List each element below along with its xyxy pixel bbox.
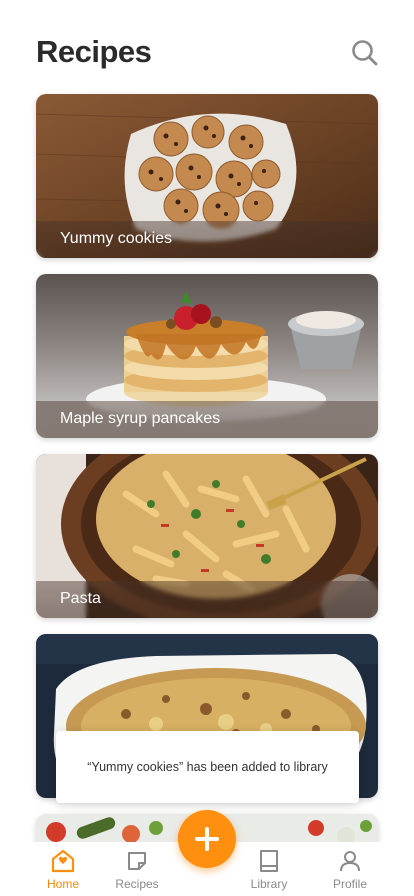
recipe-name: Pasta bbox=[60, 590, 101, 607]
recipe-card-pasta[interactable]: Pasta bbox=[36, 454, 378, 618]
recipe-name: Yummy cookies bbox=[60, 230, 173, 247]
recipe-card-yummy-cookies[interactable]: Yummy cookies bbox=[36, 94, 378, 258]
recipe-card-label: Yummy cookies bbox=[36, 221, 378, 258]
home-icon bbox=[51, 849, 75, 873]
tab-recipes[interactable]: Recipes bbox=[102, 842, 172, 896]
tab-label: Library bbox=[250, 877, 288, 891]
search-icon[interactable] bbox=[350, 38, 380, 68]
toast-message: “Yummy cookies” has been added to librar… bbox=[87, 760, 328, 774]
profile-icon bbox=[340, 851, 360, 872]
tab-label: Recipes bbox=[115, 877, 159, 891]
recipe-name: Maple syrup pancakes bbox=[60, 410, 221, 427]
recipe-card-maple-syrup-pancakes[interactable]: Maple syrup pancakes bbox=[36, 274, 378, 438]
toast-notification: “Yummy cookies” has been added to librar… bbox=[56, 731, 359, 803]
recipes-icon bbox=[128, 852, 146, 870]
tab-label: Profile bbox=[332, 877, 367, 891]
tab-home[interactable]: Home bbox=[28, 842, 98, 896]
recipe-card-label: Pasta bbox=[36, 581, 378, 618]
header: Recipes bbox=[0, 0, 414, 94]
add-recipe-button[interactable] bbox=[178, 810, 236, 868]
tab-library[interactable]: Library bbox=[234, 842, 304, 896]
page-title: Recipes bbox=[36, 34, 152, 69]
tab-profile[interactable]: Profile bbox=[315, 842, 385, 896]
library-icon bbox=[260, 850, 278, 872]
tab-label: Home bbox=[46, 877, 79, 891]
recipe-card-label: Maple syrup pancakes bbox=[36, 401, 378, 438]
